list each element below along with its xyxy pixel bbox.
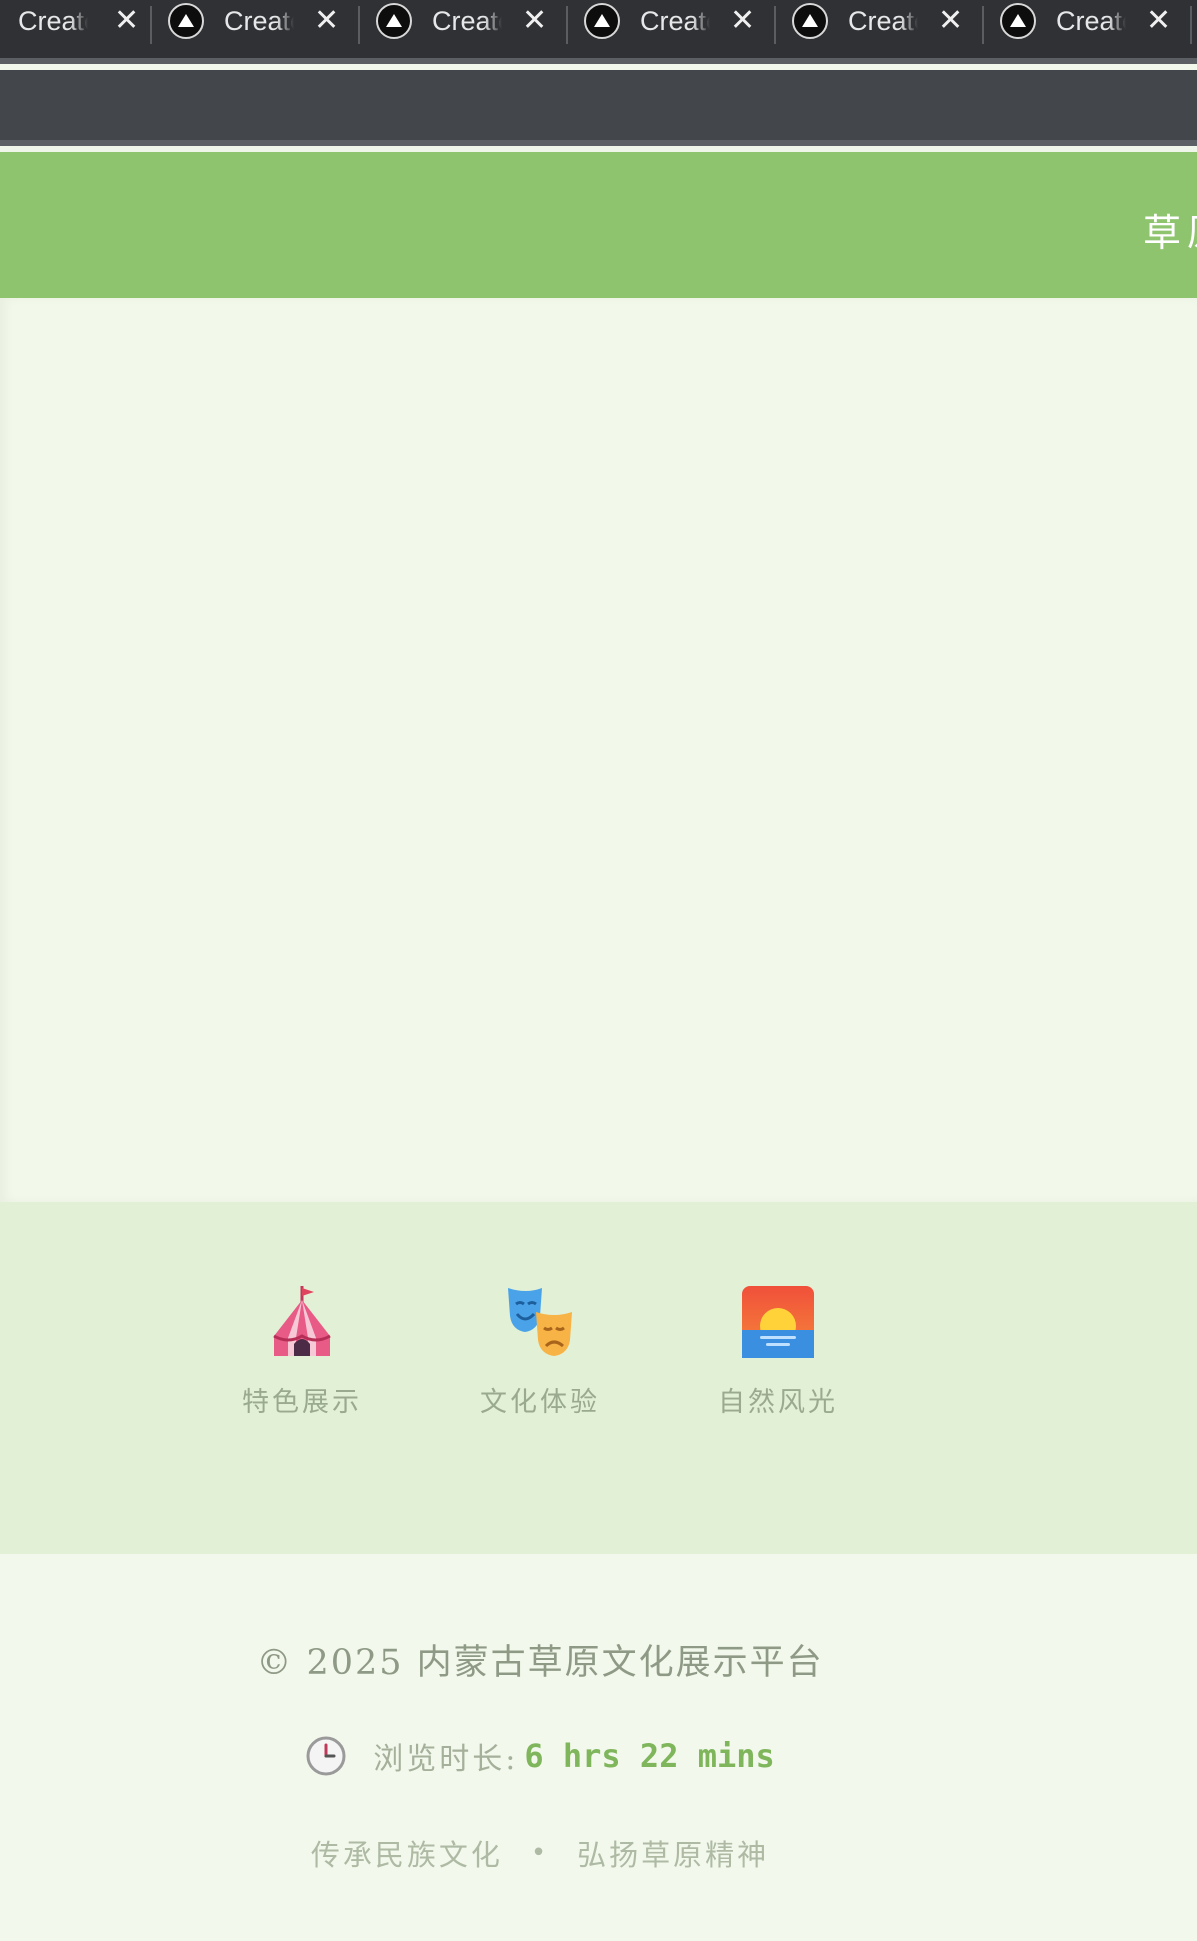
tab-title: Create: [18, 5, 88, 36]
copyright-text: © 2025 内蒙古草原文化展示平台: [256, 1643, 824, 1683]
quick-link-label: 特色展示: [242, 1387, 362, 1418]
tab-title: Create: [848, 5, 918, 36]
browser-tab-strip: Create ✕ Create ✕ Create ✕ Create ✕ Crea…: [0, 0, 1197, 64]
main-content-area: [0, 298, 1197, 1202]
quick-link-culture[interactable]: 文化体验: [460, 1282, 620, 1419]
app-logo-icon: [1000, 3, 1036, 39]
tab-title: Create: [224, 5, 294, 36]
quick-link-nature[interactable]: 自然风光: [698, 1282, 858, 1419]
clock-icon: [306, 1736, 346, 1776]
slogan-separator: •: [530, 1838, 550, 1868]
close-icon[interactable]: ✕: [314, 6, 339, 36]
quick-link-label: 文化体验: [480, 1387, 600, 1418]
browser-tab[interactable]: Create ✕: [776, 0, 984, 44]
close-icon[interactable]: ✕: [730, 6, 755, 36]
slogan-right: 弘扬草原精神: [577, 1838, 770, 1872]
close-icon[interactable]: ✕: [1146, 6, 1171, 36]
close-icon[interactable]: ✕: [938, 6, 963, 36]
quick-link-features[interactable]: 特色展示: [222, 1282, 382, 1419]
duration-value: 6 hrs 22 mins: [524, 1737, 775, 1775]
slogan-left: 传承民族文化: [310, 1838, 503, 1872]
site-header: 草原: [0, 152, 1197, 298]
circus-tent-icon: [273, 1286, 331, 1356]
app-logo-icon: [376, 3, 412, 39]
browser-tab[interactable]: Create ✕: [360, 0, 568, 44]
quick-link-label: 自然风光: [718, 1387, 838, 1418]
tab-title: Create: [432, 5, 502, 36]
browser-tab[interactable]: Create ✕: [568, 0, 776, 44]
app-logo-icon: [792, 3, 828, 39]
theater-masks-icon: [508, 1288, 572, 1356]
browser-tab[interactable]: Create ✕: [152, 0, 360, 44]
quick-links-section: 特色展示 文化体验 自然风光: [0, 1202, 1197, 1554]
app-logo-icon: [584, 3, 620, 39]
close-icon[interactable]: ✕: [522, 6, 547, 36]
close-icon[interactable]: ✕: [114, 6, 139, 36]
app-logo-icon: [168, 3, 204, 39]
browser-toolbar: [0, 70, 1197, 146]
browser-tab[interactable]: Create ✕: [0, 0, 152, 44]
duration-label: 浏览时长:: [373, 1742, 519, 1777]
site-footer: © 2025 内蒙古草原文化展示平台 浏览时长: 6 hrs 22 mins 传…: [0, 1554, 1197, 1941]
browse-duration: 浏览时长: 6 hrs 22 mins: [0, 1734, 1080, 1778]
slogan: 传承民族文化 • 弘扬草原精神: [0, 1832, 1080, 1874]
site-title: 草原: [1143, 211, 1197, 255]
tab-title: Create: [1056, 5, 1126, 36]
sunset-icon: [742, 1286, 814, 1358]
tab-title: Create: [640, 5, 710, 36]
browser-tab[interactable]: Create ✕: [984, 0, 1192, 44]
